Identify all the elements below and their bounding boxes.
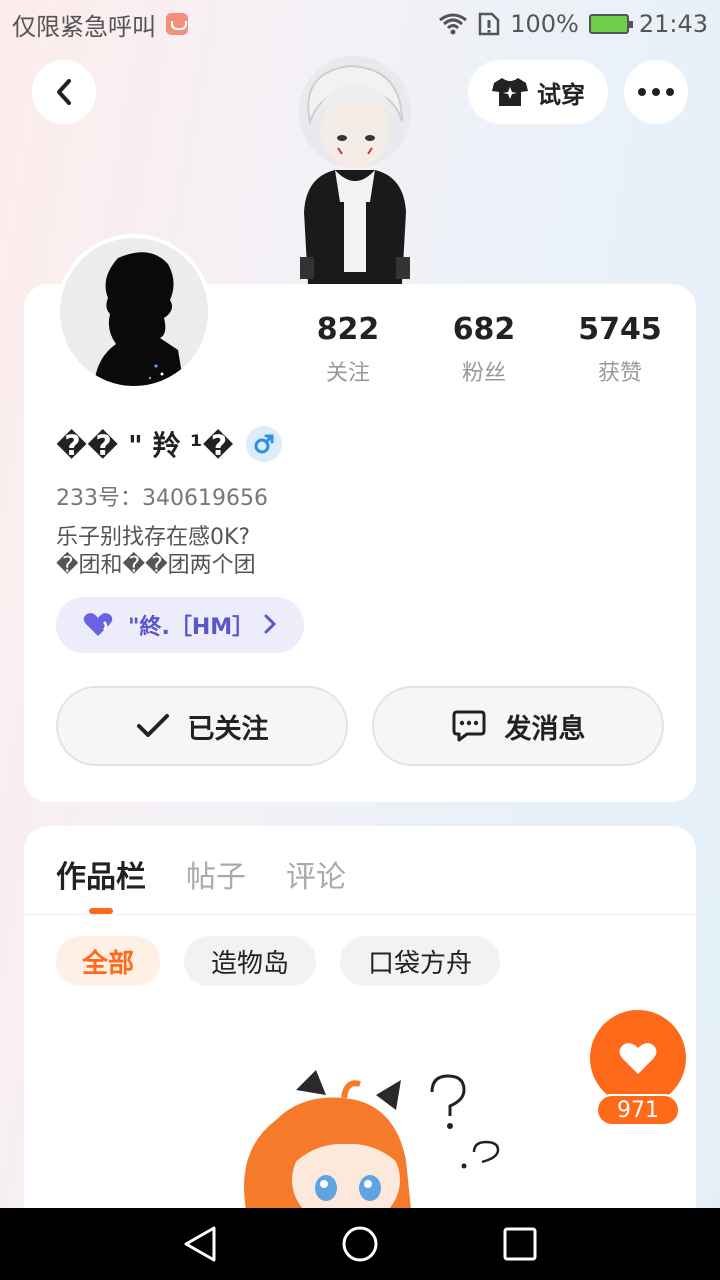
more-button[interactable]: [624, 60, 688, 124]
filter-creation-island[interactable]: 造物岛: [184, 936, 316, 986]
like-count-badge: 971: [596, 1094, 680, 1126]
bio-line: 乐子别找存在感0K?: [56, 525, 251, 550]
stat-following[interactable]: 822 关注: [288, 312, 408, 387]
nav-home-icon[interactable]: [340, 1224, 380, 1264]
guild-chip[interactable]: "終.［HM］: [56, 597, 304, 653]
tab-divider: [24, 914, 696, 915]
carrier-text: 仅限紧急呼叫: [12, 12, 156, 41]
chat-bubble-icon: [452, 710, 485, 742]
checkmark-icon: [136, 714, 169, 737]
filter-all[interactable]: 全部: [56, 936, 160, 986]
followed-label: 已关注: [187, 713, 269, 745]
status-left: 仅限紧急呼叫: [12, 7, 188, 42]
stat-label: 获赞: [597, 361, 642, 386]
empty-state-mascot-image: [244, 1070, 500, 1210]
stat-label: 粉丝: [461, 361, 506, 386]
chevron-left-icon: [57, 79, 71, 105]
battery-percent: 100%: [510, 10, 579, 38]
status-right: 100% 21:43: [438, 10, 708, 38]
clock: 21:43: [638, 10, 708, 38]
sim-alert-icon: [478, 12, 500, 36]
tab-comments[interactable]: 评论: [286, 852, 346, 896]
wifi-icon: [439, 13, 468, 35]
bio-line: �团和��团两个团: [56, 553, 256, 578]
like-button[interactable]: [590, 1010, 686, 1106]
nav-recents-icon[interactable]: [500, 1224, 540, 1264]
username-row: �� " 羚 ¹�: [56, 424, 282, 464]
username: �� " 羚 ¹�: [56, 429, 234, 462]
user-id: 233号：340619656: [56, 486, 268, 511]
system-nav-bar: [0, 1208, 720, 1280]
bio: 乐子别找存在感0K? �团和��团两个团: [56, 524, 256, 580]
send-message-button[interactable]: 发消息: [372, 686, 664, 766]
chevron-right-icon: [264, 614, 276, 634]
try-on-button[interactable]: 试穿: [468, 60, 608, 124]
avatar-3d-figure[interactable]: [290, 52, 420, 284]
notification-app-icon: [166, 13, 188, 35]
stat-fans[interactable]: 682 粉丝: [424, 312, 544, 387]
filter-pocket-ark[interactable]: 口袋方舟: [340, 936, 500, 986]
stat-label: 关注: [325, 361, 370, 386]
stat-value: 822: [316, 312, 380, 347]
more-dots-icon: [638, 88, 674, 96]
stat-value: 682: [452, 312, 516, 347]
avatar[interactable]: [56, 234, 212, 390]
back-button[interactable]: [32, 60, 96, 124]
heart-guild-icon: [83, 613, 113, 636]
profile-stats: 822 关注 682 粉丝 5745 获赞: [280, 312, 680, 392]
avatar-silhouette-image: [60, 238, 208, 386]
heart-icon: [619, 1043, 657, 1074]
status-bar: 仅限紧急呼叫 100% 21:43: [0, 0, 720, 48]
tshirt-icon: [492, 78, 528, 106]
male-gender-icon: [245, 426, 282, 462]
stat-value: 5745: [578, 312, 662, 347]
stat-likes[interactable]: 5745 获赞: [560, 312, 680, 387]
tab-works[interactable]: 作品栏: [56, 852, 146, 896]
try-on-label: 试穿: [537, 80, 585, 109]
tab-posts[interactable]: 帖子: [186, 852, 246, 896]
guild-name: "終.［HM］: [128, 615, 255, 640]
followed-button[interactable]: 已关注: [56, 686, 348, 766]
nav-back-icon[interactable]: [180, 1224, 220, 1264]
battery-icon: [588, 14, 633, 34]
send-message-label: 发消息: [504, 713, 586, 745]
